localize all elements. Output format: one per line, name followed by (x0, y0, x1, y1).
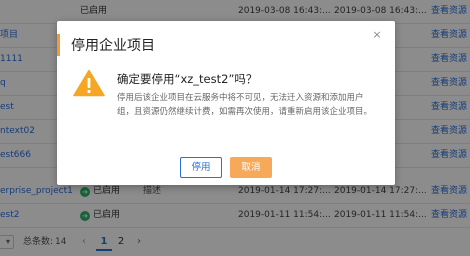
confirm-disable-button[interactable]: 停用 (180, 157, 222, 178)
close-icon[interactable]: × (371, 29, 383, 41)
confirm-question: 确定要停用“xz_test2”吗？ (117, 72, 258, 86)
disable-project-dialog: 停用企业项目 × 确定要停用“xz_test2”吗？ 停用后该企业项目在云服务中… (57, 21, 395, 185)
dialog-title: 停用企业项目 (71, 38, 155, 54)
title-accent-bar (57, 34, 60, 56)
warning-icon (73, 69, 105, 97)
cancel-button[interactable]: 取消 (230, 157, 272, 178)
confirm-description: 停用后该企业项目在云服务中将不可见，无法迁入资源和添加用户组，且资源仍然继续计费… (117, 93, 373, 117)
